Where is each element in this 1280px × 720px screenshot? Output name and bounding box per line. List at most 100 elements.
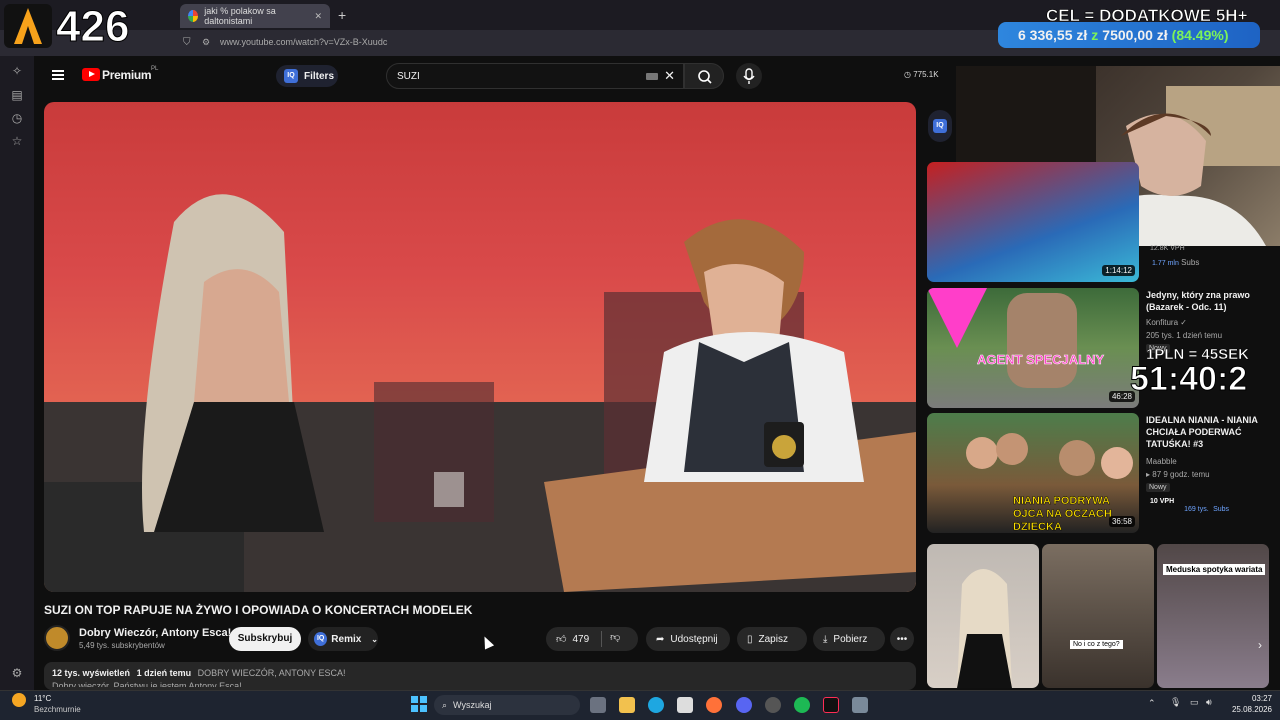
share-button[interactable]: ➦ Udostępnij (646, 627, 730, 651)
logo-icon (14, 8, 42, 44)
search-icon: ⌕ (442, 699, 448, 710)
discord-icon[interactable] (736, 697, 752, 713)
new-tab-icon[interactable]: + (338, 7, 346, 23)
search-button[interactable] (684, 63, 724, 89)
weather-icon[interactable] (12, 693, 26, 707)
recommendation-title[interactable]: Jedyny, który zna prawo (Bazarek - Odc. … (1146, 289, 1272, 313)
download-button[interactable]: ⤓ Pobierz (813, 627, 885, 651)
microphone-icon[interactable]: 🎙︎ (1170, 697, 1181, 708)
youtube-logo-icon[interactable] (82, 68, 100, 81)
views-indicator-value: 775.1K (913, 70, 939, 79)
recommendation-thumbnail[interactable]: AGENT SPECJALNY 46:28 (927, 288, 1139, 408)
chevron-down-icon[interactable]: ⌄ (371, 635, 378, 644)
next-arrow-icon[interactable]: › (1258, 638, 1262, 652)
iq-extension-icon: IQ (284, 69, 298, 83)
weather-temp[interactable]: 11°C (34, 694, 51, 703)
mouse-cursor-icon (479, 634, 495, 650)
tiktok-icon[interactable] (823, 697, 839, 713)
url-text[interactable]: www.youtube.com/watch?v=VZx-B-Xuudc (220, 37, 387, 47)
remix-icon: IQ (314, 632, 328, 646)
clock-time[interactable]: 03:27 (1228, 694, 1272, 703)
download-label: Pobierz (833, 633, 868, 645)
recommendation-channel[interactable]: Konfitura ✓ (1146, 318, 1187, 327)
subscribe-button[interactable]: Subskrybuj (229, 627, 301, 651)
network-icon[interactable]: ▭ (1190, 697, 1199, 708)
shield-icon[interactable]: ⛉ (183, 37, 191, 48)
close-tab-icon[interactable]: ✕ (314, 11, 322, 22)
short-thumbnail[interactable] (927, 544, 1039, 688)
tabs-icon[interactable]: ▤ (10, 88, 24, 102)
recommendation-thumbnail[interactable]: 1:14:12 (927, 162, 1139, 282)
site-info-icon[interactable]: ⚙ (202, 37, 210, 48)
like-button[interactable]: 👍︎ 479 👎︎ (546, 627, 638, 651)
windows-taskbar (0, 690, 1280, 720)
video-frame (44, 194, 916, 592)
store-icon[interactable] (677, 697, 693, 713)
windows-start-icon[interactable] (411, 696, 427, 712)
save-button[interactable]: ▯ Zapisz (737, 627, 807, 651)
spotify-icon[interactable] (794, 697, 810, 713)
recommendation-stats: 10 VPH 169 tys. Subs (1150, 498, 1230, 513)
settings-gear-icon[interactable]: ⚙ (10, 666, 24, 680)
menu-hamburger-icon[interactable] (52, 70, 64, 80)
short-image (957, 569, 1012, 688)
filters-label: Filters (304, 70, 335, 82)
short-caption: Meduska spotyka wariata (1163, 564, 1266, 575)
remix-button[interactable]: IQ Remix ⌄ (308, 627, 378, 651)
clear-search-icon[interactable]: ✕ (664, 68, 675, 84)
channel-subscribers: 5,49 tys. subskrybentów (79, 641, 165, 650)
recommendation-thumbnail[interactable]: NIANIA PODRYWA OJCA NA OCZACH DZIECKA 36… (927, 413, 1139, 533)
video-player[interactable] (44, 102, 916, 592)
youtube-premium-label[interactable]: Premium (102, 68, 152, 82)
region-code: PL (151, 66, 159, 72)
settings-app-icon[interactable] (852, 697, 868, 713)
goal-current: 6 336,55 zł (1018, 27, 1088, 43)
channel-avatar[interactable] (44, 625, 70, 651)
more-actions-button[interactable]: ••• (890, 627, 914, 651)
history-icon[interactable]: ◷ (10, 111, 24, 125)
browser-tab-active[interactable]: jaki % polakow sa daltonistami ✕ (180, 4, 330, 28)
thumbs-up-icon: 👍︎ (556, 634, 567, 645)
duration-badge: 1:14:12 (1102, 265, 1135, 276)
verified-icon: ✓ (1180, 318, 1187, 327)
clock-date[interactable]: 25.08.2026 (1224, 705, 1272, 714)
streamer-logo (4, 4, 52, 48)
recommendation-title[interactable]: IDEALNA NIANIA - NIANIA CHCIAŁA PODERWAĆ… (1146, 414, 1272, 450)
short-caption: No i co z tego? (1070, 640, 1123, 649)
recommendation-channel[interactable]: Maabble (1146, 457, 1177, 466)
thumbs-down-icon[interactable]: 👎︎ (601, 631, 620, 647)
views-indicator: ◷ 775.1K (904, 70, 939, 79)
goal-target: 7500,00 zł (1102, 27, 1168, 43)
filters-button[interactable]: IQ Filters (276, 65, 338, 87)
task-view-icon[interactable] (590, 697, 606, 713)
app-icon[interactable] (765, 697, 781, 713)
recommendation-meta: ▸ 87 9 godz. temu (1146, 470, 1210, 479)
short-thumbnail[interactable]: No i co z tego? (1042, 544, 1154, 688)
voice-search-button[interactable] (736, 63, 762, 89)
taskbar-search[interactable]: ⌕ Wyszukaj (434, 695, 580, 715)
bookmarks-icon[interactable]: ☆ (10, 134, 24, 148)
file-explorer-icon[interactable] (619, 697, 635, 713)
thumbnail-text: AGENT SPECJALNY (977, 352, 1105, 368)
channel-name[interactable]: Dobry Wieczór, Antony Esca! (79, 627, 231, 639)
overlay-counter: 426 (55, 2, 130, 52)
new-badge: Nowy (1146, 483, 1170, 492)
search-value: SUZI (397, 70, 420, 82)
video-description[interactable]: 12 tys. wyświetleń 1 dzień temu DOBRY WI… (44, 662, 916, 690)
browser-sidebar (0, 56, 34, 690)
recommendation-vph: 12.8K VPH (1150, 245, 1185, 252)
volume-icon[interactable]: 🔊︎ (1206, 697, 1212, 708)
recommendation-subs: 1.77 mln Subs (1152, 258, 1200, 267)
short-thumbnail[interactable]: Meduska spotyka wariata (1157, 544, 1269, 688)
tray-chevron-up-icon[interactable]: ⌃ (1148, 698, 1156, 709)
search-input[interactable]: SUZI ✕ (386, 63, 684, 89)
overlay-timer: 51:40:2 (1129, 360, 1248, 399)
ai-sparkle-icon[interactable]: ✧ (10, 64, 24, 78)
edge-icon[interactable] (648, 697, 664, 713)
search-icon (698, 70, 712, 84)
keyboard-icon[interactable] (646, 72, 659, 80)
firefox-icon[interactable] (706, 697, 722, 713)
share-label: Udostępnij (670, 633, 718, 645)
bookmark-icon: ▯ (747, 633, 753, 645)
iq-panel-button[interactable]: IQ (928, 110, 952, 142)
